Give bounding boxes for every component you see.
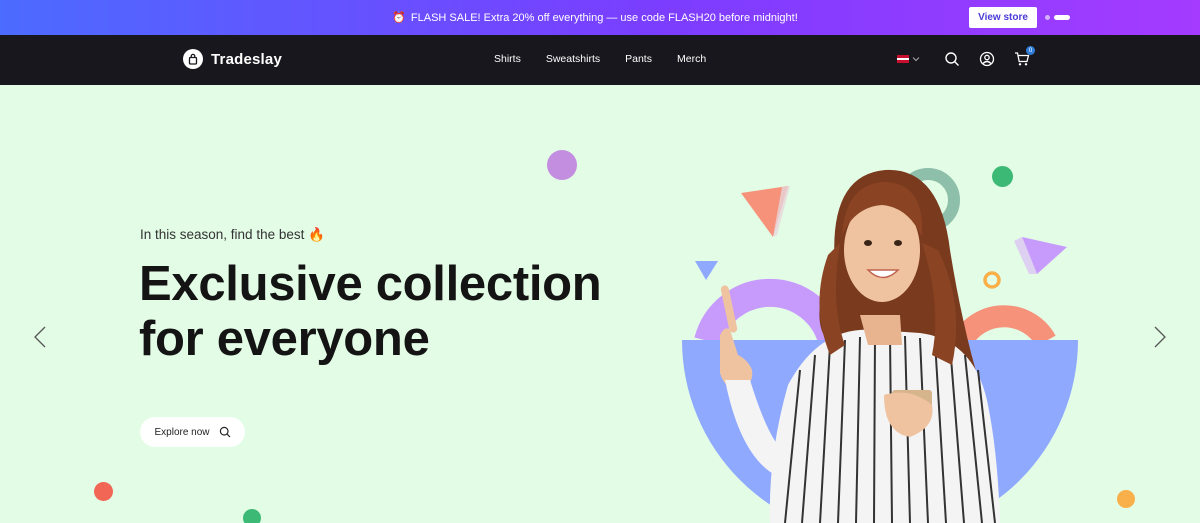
language-selector[interactable] bbox=[897, 55, 920, 64]
view-store-button[interactable]: View store bbox=[969, 7, 1037, 28]
arrow-right-icon[interactable] bbox=[1148, 323, 1172, 351]
hero-illustration bbox=[682, 168, 1078, 523]
hero-section: In this season, find the best 🔥 Exclusiv… bbox=[0, 85, 1200, 523]
logo-bag-icon bbox=[183, 49, 203, 69]
search-icon bbox=[219, 426, 230, 438]
decorative-dot bbox=[547, 150, 577, 180]
search-icon[interactable] bbox=[944, 51, 960, 67]
announcement-text: FLASH SALE! Extra 20% off everything — u… bbox=[410, 11, 798, 24]
hero-subtitle: In this season, find the best 🔥 bbox=[140, 227, 325, 242]
announcement-bar: ⏰ FLASH SALE! Extra 20% off everything —… bbox=[0, 0, 1200, 35]
decorative-dot bbox=[243, 509, 261, 523]
brand-name: Tradeslay bbox=[211, 50, 283, 68]
header-actions: 0 bbox=[897, 46, 1049, 67]
cart-button[interactable]: 0 bbox=[1014, 46, 1035, 67]
site-header: Tradeslay Shirts Sweatshirts Pants Merch bbox=[0, 35, 1200, 85]
nav-item-pants[interactable]: Pants bbox=[625, 53, 652, 65]
nav-item-shirts[interactable]: Shirts bbox=[494, 53, 521, 65]
user-icon[interactable] bbox=[979, 51, 995, 67]
hero-headline: Exclusive collection for everyone bbox=[139, 257, 602, 367]
decorative-triangle bbox=[695, 261, 718, 280]
decorative-dot bbox=[1117, 490, 1135, 508]
clock-icon: ⏰ bbox=[392, 12, 406, 24]
explore-now-label: Explore now bbox=[154, 426, 210, 438]
explore-now-button[interactable]: Explore now bbox=[140, 417, 245, 447]
hero-headline-line-1: Exclusive collection bbox=[139, 257, 602, 311]
cart-count-badge: 0 bbox=[1026, 46, 1035, 55]
decorative-ring bbox=[983, 271, 1001, 289]
chevron-down-icon bbox=[912, 57, 920, 62]
announcement-pagination bbox=[1045, 15, 1070, 20]
hero-headline-line-2: for everyone bbox=[139, 312, 430, 366]
main-nav: Shirts Sweatshirts Pants Merch bbox=[494, 53, 706, 65]
nav-item-merch[interactable]: Merch bbox=[677, 53, 706, 65]
arrow-left-icon[interactable] bbox=[28, 323, 52, 351]
pagination-dot-active[interactable] bbox=[1054, 15, 1070, 20]
flag-icon bbox=[897, 55, 909, 64]
brand-logo[interactable]: Tradeslay bbox=[183, 49, 282, 69]
decorative-dot bbox=[94, 482, 113, 501]
nav-item-sweatshirts[interactable]: Sweatshirts bbox=[546, 53, 600, 65]
announcement-message: ⏰ FLASH SALE! Extra 20% off everything —… bbox=[392, 11, 798, 25]
pagination-dot[interactable] bbox=[1045, 15, 1050, 20]
